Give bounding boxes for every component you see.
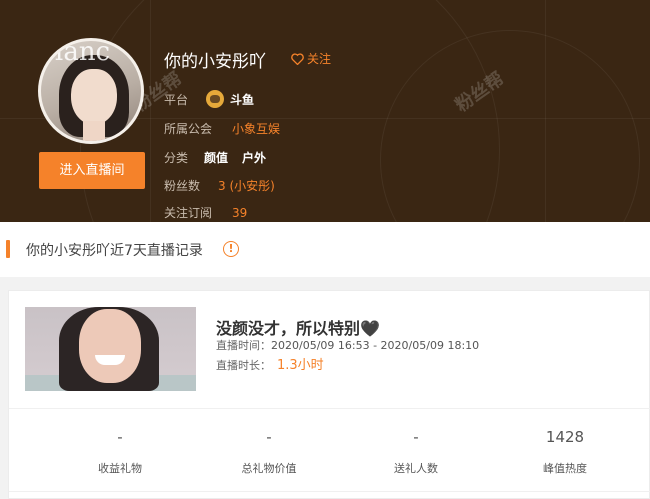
live-records-section: 你的小安彤吖近7天直播记录 ! [0, 222, 650, 277]
douyu-logo-icon [206, 90, 224, 108]
subs-value: 39 [232, 205, 248, 220]
follow-label: 关注 [307, 52, 332, 66]
stat-total-gift-value: - 总礼物价值 [189, 428, 349, 476]
stream-time-label: 直播时间： [216, 339, 271, 352]
anchor-header: 粉丝帮 粉丝帮 lanc 进入直播间 你的小安彤吖 关注 平台 斗鱼 所属公会 … [0, 0, 650, 222]
stat-gift-senders: - 送礼人数 [336, 428, 496, 476]
guild-row: 所属公会 小象互娱 [164, 120, 280, 137]
card-divider [9, 408, 650, 409]
thumbnail-face [79, 309, 141, 383]
stat-label: 峰值热度 [543, 462, 587, 475]
stream-duration-row: 直播时长： 1.3小时 [216, 354, 324, 373]
stream-time-row: 直播时间： 2020/05/09 16:53 - 2020/05/09 18:1… [216, 337, 479, 353]
stat-value: - [117, 428, 123, 446]
heart-icon [291, 52, 304, 65]
stream-title: 没颜没才，所以特别🖤 [216, 319, 380, 338]
category-row: 分类 颜值 户外 [164, 149, 280, 166]
avatar-text: lanc [55, 38, 111, 67]
anchor-name: 你的小安彤吖 [164, 52, 266, 72]
fans-label: 粉丝数 [164, 179, 201, 193]
platform-value: 斗鱼 [230, 92, 255, 107]
avatar[interactable]: lanc [38, 38, 144, 144]
stat-label: 总礼物价值 [241, 462, 297, 475]
stat-label: 收益礼物 [98, 462, 142, 475]
follow-button[interactable]: 关注 [291, 50, 331, 67]
category-tag: 户外 [242, 151, 267, 165]
stream-duration-value: 1.3小时 [277, 358, 324, 373]
subs-label: 关注订阅 [164, 206, 213, 220]
fans-row: 粉丝数 3 (小安彤) [164, 177, 275, 194]
section-title: 你的小安彤吖近7天直播记录 [26, 243, 203, 259]
category-tag: 颜值 [204, 151, 229, 165]
stream-thumbnail[interactable] [25, 307, 196, 391]
enter-live-room-button[interactable]: 进入直播间 [39, 152, 145, 189]
stream-time-value: 2020/05/09 16:53 - 2020/05/09 18:10 [271, 339, 480, 352]
category-label: 分类 [164, 151, 189, 165]
avatar-face [71, 69, 117, 125]
guild-label: 所属公会 [164, 122, 213, 136]
subs-row: 关注订阅 39 [164, 204, 247, 221]
avatar-neck [83, 121, 105, 141]
stat-value: - [266, 428, 272, 446]
guild-link[interactable]: 小象互娱 [232, 120, 280, 137]
stat-revenue-gifts: - 收益礼物 [40, 428, 200, 476]
stat-peak-heat: 1428 峰值热度 [485, 428, 645, 476]
section-accent-bar [6, 240, 10, 258]
info-icon[interactable]: ! [223, 241, 239, 257]
card-bottom-line [9, 491, 650, 492]
live-record-card: 没颜没才，所以特别🖤 直播时间： 2020/05/09 16:53 - 2020… [8, 290, 650, 499]
stat-value: - [413, 428, 419, 446]
stat-label: 送礼人数 [394, 462, 438, 475]
platform-row: 平台 斗鱼 [164, 90, 268, 108]
fans-value: 3 (小安彤) [218, 179, 275, 193]
stream-duration-label: 直播时长： [216, 359, 271, 372]
stat-value: 1428 [545, 428, 585, 446]
